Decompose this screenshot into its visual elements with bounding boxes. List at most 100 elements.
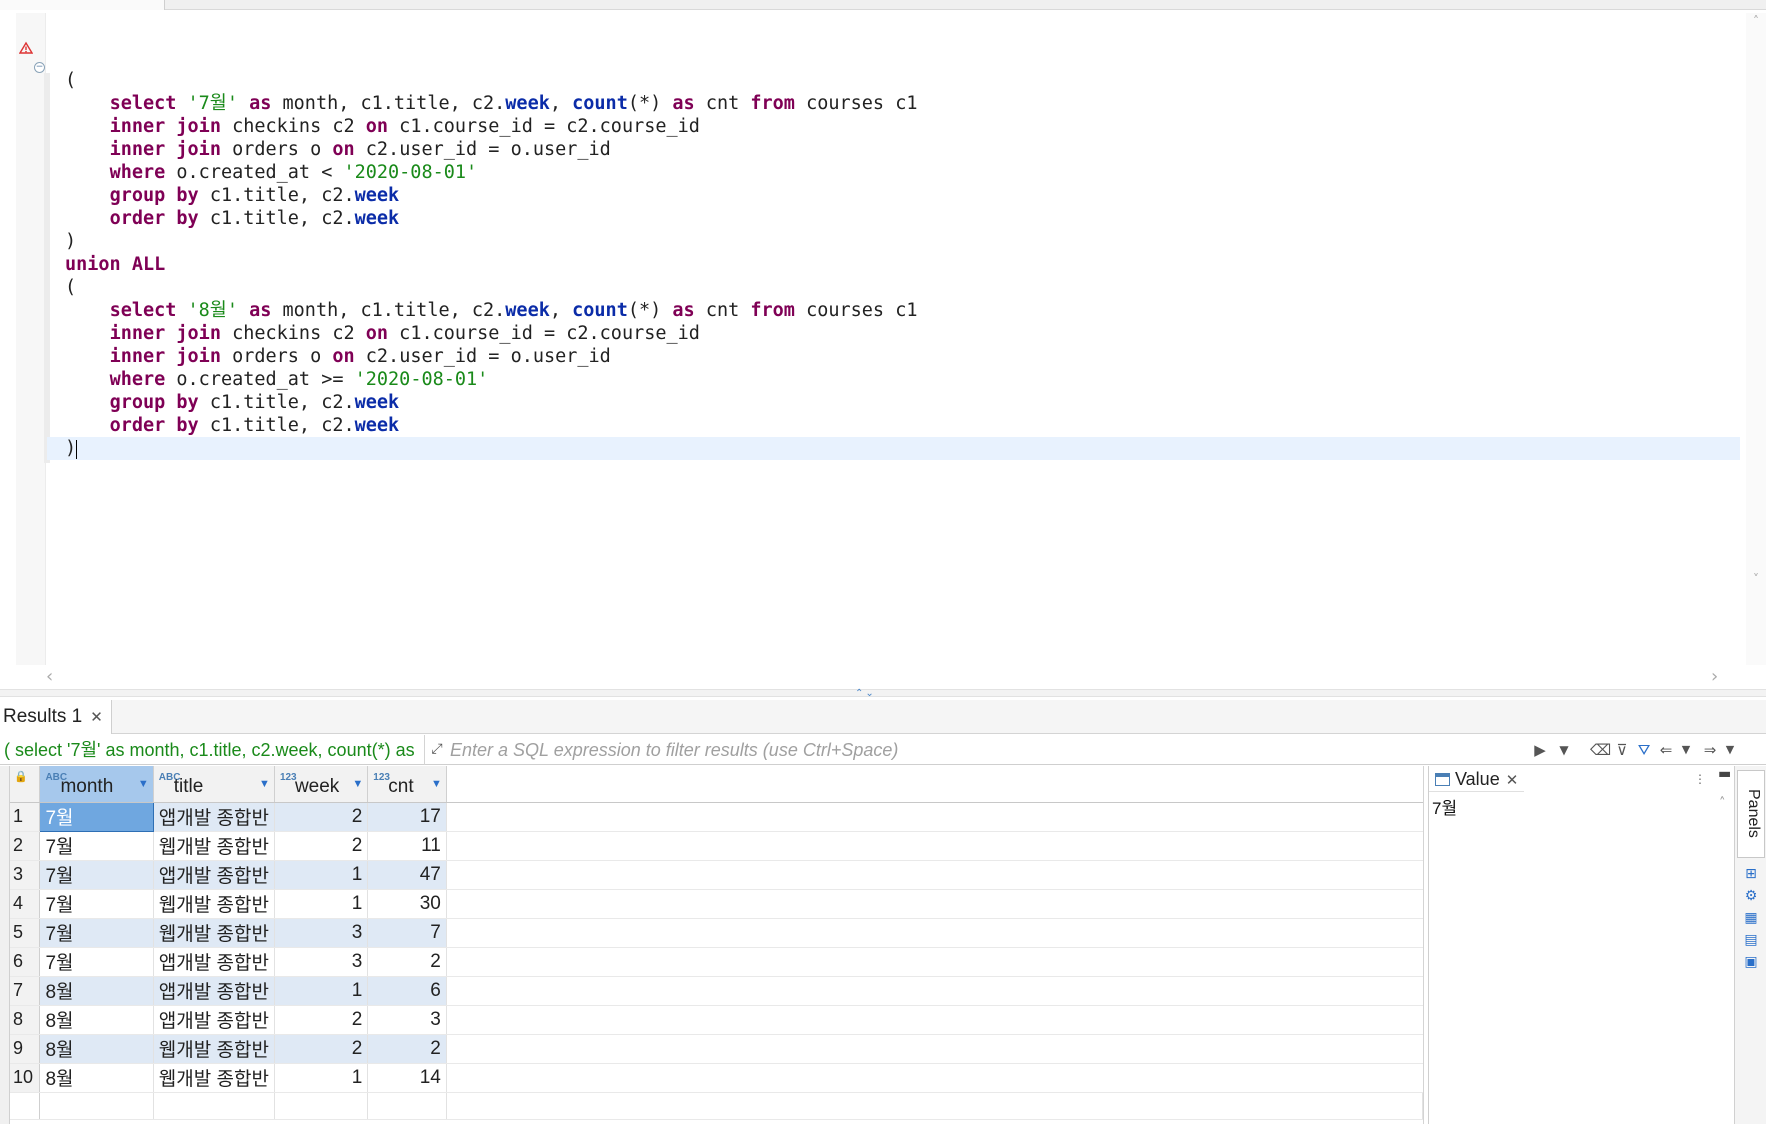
- table-cell-week[interactable]: 1: [274, 976, 369, 1006]
- sort-arrow-icon[interactable]: ▼: [431, 778, 442, 790]
- expand-icon[interactable]: ⤢: [428, 740, 446, 758]
- results-table[interactable]: 🔒 ABC month ▼ ABC title ▼ 123 week ▼ 123…: [10, 766, 1424, 1120]
- table-icon[interactable]: ▤: [1743, 932, 1759, 948]
- table-cell-week[interactable]: 2: [274, 802, 369, 832]
- table-cell-title[interactable]: 앱개발 종합반: [153, 947, 275, 977]
- table-cell-cnt[interactable]: 3: [367, 1005, 447, 1035]
- editor-horizontal-scrollbar[interactable]: ‹ ›: [46, 667, 1726, 687]
- back-icon[interactable]: ⇐: [1656, 739, 1676, 761]
- table-cell-cnt[interactable]: 2: [367, 947, 447, 977]
- table-cell-month[interactable]: 8월: [39, 1063, 154, 1093]
- more-options-icon[interactable]: ⋮: [1694, 772, 1706, 786]
- table-cell-cnt[interactable]: 14: [367, 1063, 447, 1093]
- table-cell-cnt[interactable]: 11: [367, 831, 447, 861]
- close-icon[interactable]: ✕: [90, 709, 103, 726]
- sort-arrow-icon[interactable]: ▼: [138, 778, 149, 790]
- table-cell-title[interactable]: 앱개발 종합반: [153, 860, 275, 890]
- code-line[interactable]: order by c1.title, c2.week: [47, 207, 1740, 230]
- grid-view-icon[interactable]: ▦: [1743, 910, 1759, 926]
- record-view-icon[interactable]: ▣: [1743, 954, 1759, 970]
- table-cell-month[interactable]: 7월: [39, 860, 154, 890]
- code-line[interactable]: group by c1.title, c2.week: [47, 184, 1740, 207]
- splitter-grip-icon[interactable]: ⌃⌄: [855, 689, 876, 699]
- table-cell-week[interactable]: 2: [274, 831, 369, 861]
- code-line[interactable]: where o.created_at < '2020-08-01': [47, 161, 1740, 184]
- code-line[interactable]: (: [47, 69, 1740, 92]
- minimize-icon[interactable]: ▬: [1718, 766, 1731, 782]
- tab-results-1[interactable]: Results 1 ✕: [0, 700, 112, 734]
- table-cell-week[interactable]: 1: [274, 1063, 369, 1093]
- table-cell-title[interactable]: 웹개발 종합반: [153, 918, 275, 948]
- row-number[interactable]: 2: [10, 831, 41, 861]
- forward-dropdown-icon[interactable]: ▼: [1720, 739, 1740, 761]
- scroll-left-icon[interactable]: ‹: [46, 668, 53, 686]
- table-row[interactable]: 4 7월 웹개발 종합반 1 30: [10, 889, 1423, 919]
- close-icon[interactable]: ✕: [1506, 772, 1519, 789]
- table-row[interactable]: 7 8월 앱개발 종합반 1 6: [10, 976, 1423, 1006]
- sort-arrow-icon[interactable]: ▼: [352, 778, 363, 790]
- row-number[interactable]: 1: [10, 802, 41, 832]
- code-line[interactable]: ): [47, 437, 1740, 460]
- table-row[interactable]: 5 7월 웹개발 종합반 3 7: [10, 918, 1423, 948]
- row-number[interactable]: 5: [10, 918, 41, 948]
- forward-icon[interactable]: ⇒: [1700, 739, 1720, 761]
- clear-filter-icon[interactable]: ⊽: [1612, 739, 1632, 761]
- table-cell-cnt[interactable]: 30: [367, 889, 447, 919]
- table-cell-title[interactable]: 앱개발 종합반: [153, 1005, 275, 1035]
- table-row[interactable]: 10 8월 웹개발 종합반 1 14: [10, 1063, 1423, 1093]
- row-number[interactable]: 10: [10, 1063, 41, 1093]
- scroll-up-icon[interactable]: ˄: [1750, 15, 1762, 27]
- table-row[interactable]: 6 7월 앱개발 종합반 3 2: [10, 947, 1423, 977]
- table-row[interactable]: 8 8월 앱개발 종합반 2 3: [10, 1005, 1423, 1035]
- back-dropdown-icon[interactable]: ▼: [1676, 739, 1696, 761]
- table-cell-cnt[interactable]: 17: [367, 802, 447, 832]
- row-number[interactable]: 7: [10, 976, 41, 1006]
- table-cell-month[interactable]: 7월: [39, 889, 154, 919]
- table-cell-week[interactable]: 3: [274, 918, 369, 948]
- erase-filter-icon[interactable]: ⌫: [1590, 739, 1611, 761]
- table-cell-cnt[interactable]: 47: [367, 860, 447, 890]
- code-line[interactable]: (: [47, 276, 1740, 299]
- sort-arrow-icon[interactable]: ▼: [259, 778, 270, 790]
- table-row[interactable]: 9 8월 웹개발 종합반 2 2: [10, 1034, 1423, 1064]
- filter-input[interactable]: [450, 737, 1530, 763]
- table-cell-month[interactable]: 8월: [39, 1005, 154, 1035]
- code-line[interactable]: inner join checkins c2 on c1.course_id =…: [47, 115, 1740, 138]
- results-grid[interactable]: 🔒 ABC month ▼ ABC title ▼ 123 week ▼ 123…: [0, 766, 1424, 1124]
- table-cell-title[interactable]: 웹개발 종합반: [153, 1063, 275, 1093]
- table-cell-cnt[interactable]: 6: [367, 976, 447, 1006]
- editor-vertical-scrollbar[interactable]: ˄ ˅: [1746, 13, 1766, 665]
- table-cell-month[interactable]: 7월: [39, 918, 154, 948]
- editor-tab[interactable]: [0, 0, 165, 10]
- code-line[interactable]: inner join orders o on c2.user_id = o.us…: [47, 345, 1740, 368]
- table-cell-month[interactable]: 7월: [39, 801, 154, 832]
- column-header-cnt[interactable]: 123 cnt ▼: [367, 766, 447, 803]
- grid-corner[interactable]: 🔒: [10, 766, 41, 803]
- tab-value[interactable]: Value ✕: [1429, 766, 1525, 792]
- sql-editor[interactable]: − ( select '7월' as month, c1.title, c2.w…: [16, 13, 1740, 665]
- table-cell-title[interactable]: 웹개발 종합반: [153, 1034, 275, 1064]
- table-cell-week[interactable]: 3: [274, 947, 369, 977]
- code-line[interactable]: order by c1.title, c2.week: [47, 414, 1740, 437]
- table-cell-month[interactable]: 7월: [39, 831, 154, 861]
- table-cell-cnt[interactable]: 2: [367, 1034, 447, 1064]
- column-header-month[interactable]: ABC month ▼: [39, 766, 154, 803]
- warning-icon[interactable]: [19, 41, 33, 55]
- settings-circle-icon[interactable]: ⚙: [1743, 888, 1759, 904]
- column-header-title[interactable]: ABC title ▼: [153, 766, 275, 803]
- table-cell-month[interactable]: 8월: [39, 1034, 154, 1064]
- apply-filter-icon[interactable]: ▶: [1530, 739, 1550, 761]
- panel-layout-icon[interactable]: ⊞: [1743, 866, 1759, 882]
- row-number[interactable]: 9: [10, 1034, 41, 1064]
- editor-results-splitter[interactable]: ⌃⌄: [0, 689, 1766, 699]
- scroll-right-icon[interactable]: ›: [1711, 668, 1718, 686]
- column-header-week[interactable]: 123 week ▼: [274, 766, 369, 803]
- row-number[interactable]: 3: [10, 860, 41, 890]
- table-cell-title[interactable]: 웹개발 종합반: [153, 889, 275, 919]
- value-content[interactable]: 7월: [1432, 794, 1457, 819]
- table-row[interactable]: 2 7월 웹개발 종합반 2 11: [10, 831, 1423, 861]
- table-cell-week[interactable]: 2: [274, 1005, 369, 1035]
- panels-toggle[interactable]: Panels: [1737, 770, 1765, 858]
- table-cell-title[interactable]: 앱개발 종합반: [153, 802, 275, 832]
- code-line[interactable]: inner join checkins c2 on c1.course_id =…: [47, 322, 1740, 345]
